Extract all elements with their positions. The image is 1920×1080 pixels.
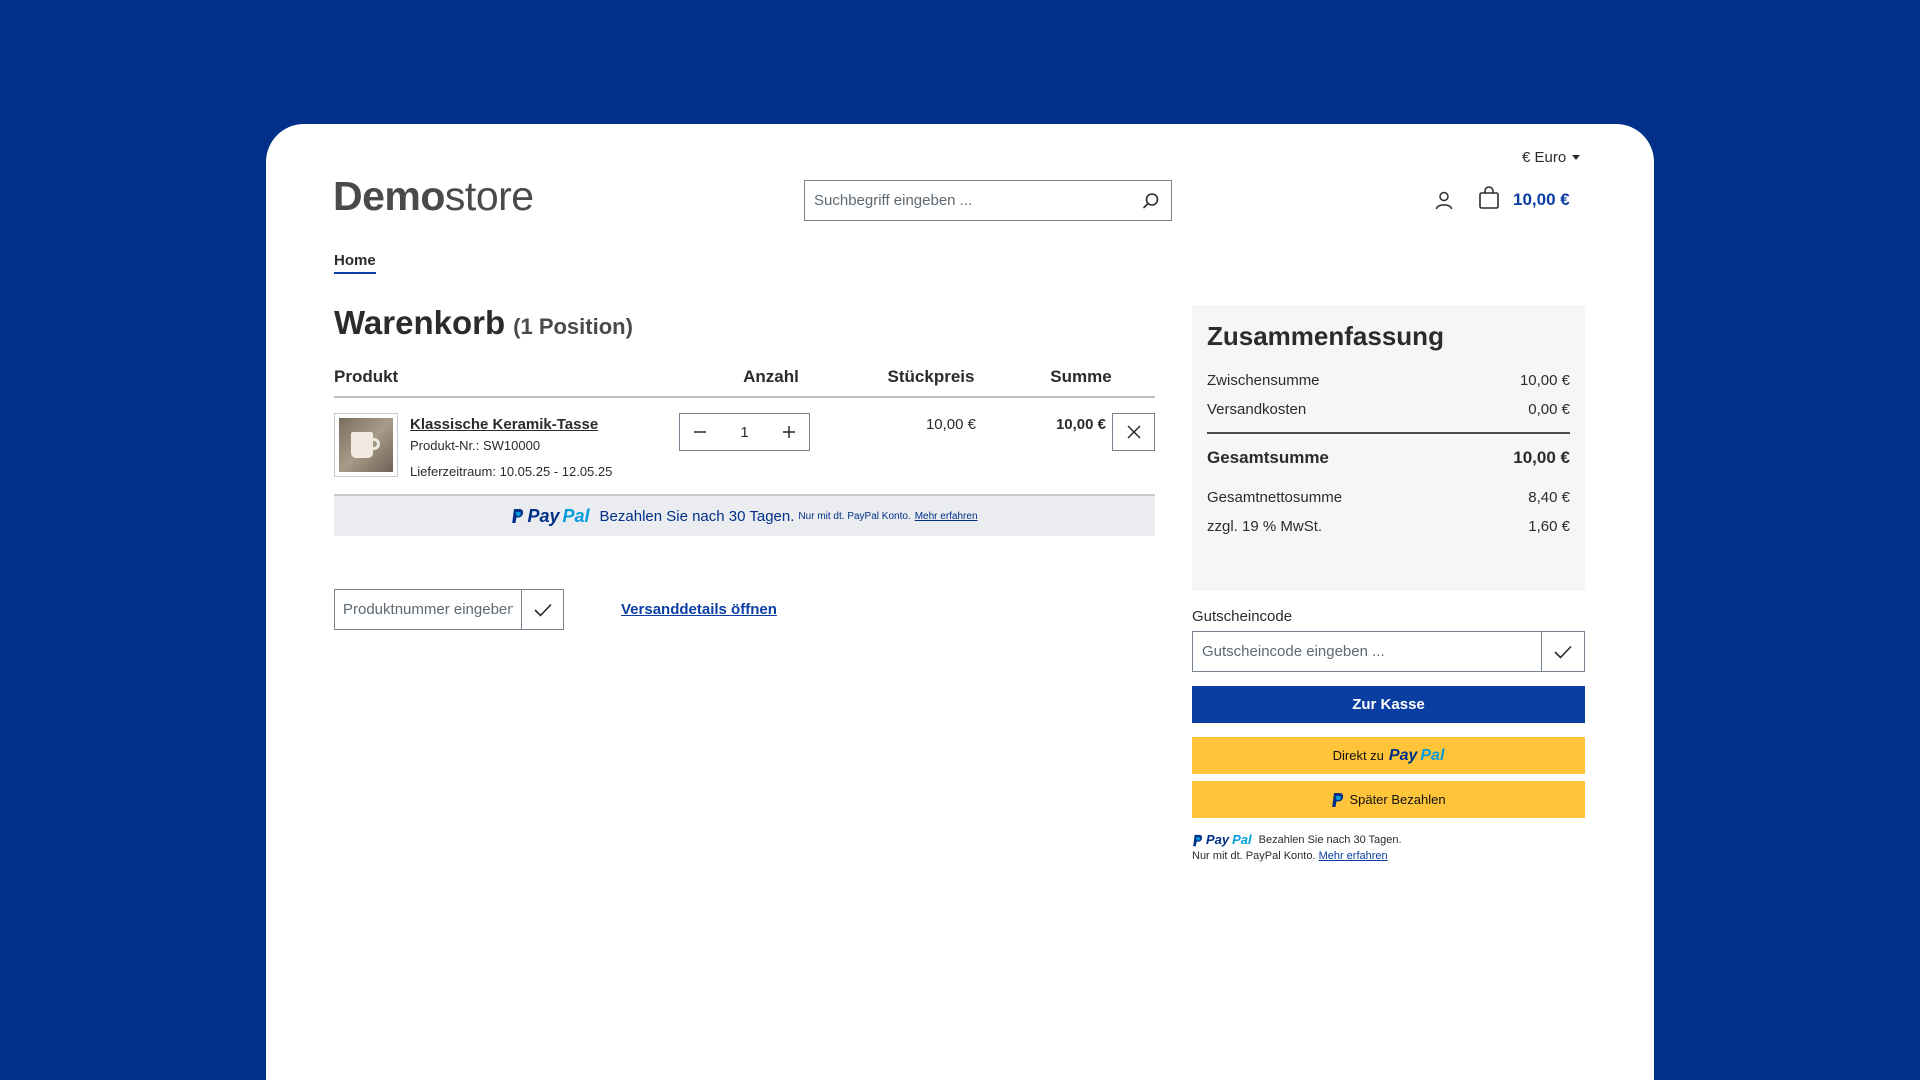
total-label: Gesamtsumme	[1207, 448, 1329, 467]
product-number-input[interactable]	[335, 590, 521, 629]
paypal-note: Pay Pal Bezahlen Sie nach 30 Tagen. Nur m…	[1192, 832, 1402, 864]
chevron-down-icon	[1572, 155, 1581, 160]
product-number-form	[334, 589, 564, 630]
summary-title: Zusammenfassung	[1207, 321, 1444, 351]
currency-label: € Euro	[1522, 149, 1567, 166]
summary-divider	[1207, 432, 1570, 434]
logo-light-text: store	[444, 173, 534, 219]
paypal-banner-text: Bezahlen Sie nach 30 Tagen.	[599, 507, 795, 525]
summary-subtotal-row: Zwischensumme 10,00 €	[1207, 372, 1570, 389]
header-cart-total[interactable]: 10,00 €	[1513, 190, 1570, 210]
delivery-period: Lieferzeitraum: 10.05.25 - 12.05.25	[410, 464, 613, 479]
summary-total-row: Gesamtsumme 10,00 €	[1207, 448, 1570, 468]
column-header-total: Summe	[1050, 367, 1112, 386]
vat-value: 1,60 €	[1528, 518, 1570, 535]
cart-bag-icon[interactable]	[1478, 186, 1502, 212]
shipping-label: Versandkosten	[1207, 401, 1307, 418]
paypal-logo: Pay Pal	[1389, 747, 1444, 765]
paypal-direct-button[interactable]: Direkt zu Pay Pal	[1192, 737, 1585, 774]
search-bar	[804, 180, 1172, 221]
paypal-logo-pay: Pay	[1206, 832, 1230, 847]
page-title: Warenkorb (1 Position)	[334, 304, 633, 342]
breadcrumb-home[interactable]: Home	[334, 252, 376, 274]
voucher-submit[interactable]	[1541, 632, 1584, 671]
voucher-input[interactable]	[1193, 632, 1541, 671]
paypal-note-link[interactable]: Mehr erfahren	[1319, 850, 1388, 862]
quantity-stepper: 1	[679, 413, 810, 451]
paypal-banner-small: Nur mit dt. PayPal Konto.	[798, 510, 911, 522]
currency-selector[interactable]: € Euro	[1522, 149, 1581, 166]
vat-label: zzgl. 19 % MwSt.	[1207, 518, 1323, 535]
summary-shipping-row: Versandkosten 0,00 €	[1207, 401, 1570, 418]
product-number-submit[interactable]	[521, 590, 563, 629]
paypal-icon	[1193, 834, 1203, 846]
paypal-logo-pal: Pal	[1420, 746, 1445, 764]
search-icon[interactable]	[1131, 181, 1171, 220]
unit-price: 10,00 €	[925, 416, 976, 433]
paypal-icon	[1332, 792, 1344, 807]
paypal-logo: Pay Pal	[1192, 832, 1252, 848]
store-logo[interactable]: Demostore	[333, 176, 534, 217]
product-image[interactable]	[334, 413, 398, 477]
shipping-value: 0,00 €	[1528, 401, 1570, 418]
paypal-icon	[512, 509, 524, 523]
paypal-logo: Pay Pal	[511, 505, 590, 527]
paypal-banner-link[interactable]: Mehr erfahren	[915, 511, 978, 522]
net-value: 8,40 €	[1528, 489, 1570, 506]
search-input[interactable]	[805, 181, 1131, 220]
paypal-logo-pay: Pay	[527, 505, 560, 526]
paypal-logo-pal: Pal	[1232, 832, 1252, 847]
close-icon	[1126, 425, 1141, 439]
column-header-unit-price: Stückpreis	[887, 367, 975, 386]
quantity-value[interactable]: 1	[720, 424, 769, 441]
column-header-product: Produkt	[334, 367, 399, 386]
logo-bold-text: Demo	[333, 173, 445, 219]
remove-item-button[interactable]	[1112, 413, 1155, 451]
summary-vat-row: zzgl. 19 % MwSt. 1,60 €	[1207, 518, 1570, 535]
cart-title-text: Warenkorb	[334, 304, 506, 341]
cart-item-count: (1 Position)	[513, 314, 633, 339]
paypal-note-line2: Nur mit dt. PayPal Konto.	[1192, 850, 1316, 862]
table-divider	[334, 396, 1155, 398]
paypal-later-button[interactable]: Später Bezahlen	[1192, 781, 1585, 818]
paypal-note-line1: Bezahlen Sie nach 30 Tagen.	[1258, 834, 1402, 846]
column-header-quantity: Anzahl	[743, 367, 799, 386]
checkmark-icon	[1554, 645, 1572, 659]
plus-icon[interactable]	[769, 414, 809, 450]
voucher-label: Gutscheincode	[1192, 608, 1293, 625]
checkmark-icon	[533, 603, 552, 617]
paypal-later-banner: Pay Pal Bezahlen Sie nach 30 Tagen. Nur m…	[334, 494, 1155, 536]
total-value: 10,00 €	[1513, 448, 1570, 467]
shipping-details-link[interactable]: Versanddetails öffnen	[621, 601, 777, 618]
minus-icon[interactable]	[680, 414, 720, 450]
browser-window: € Euro Demostore 10,00 € Home Warenkorb …	[266, 124, 1654, 1080]
product-name-link[interactable]: Klassische Keramik-Tasse	[410, 416, 598, 433]
paypal-direct-prefix: Direkt zu	[1332, 748, 1384, 763]
mug-icon	[351, 432, 373, 458]
paypal-later-label: Später Bezahlen	[1349, 792, 1446, 807]
paypal-logo-pal: Pal	[562, 505, 590, 526]
account-icon[interactable]	[1432, 188, 1456, 212]
subtotal-label: Zwischensumme	[1207, 372, 1320, 389]
product-number: Produkt-Nr.: SW10000	[410, 438, 541, 453]
line-total: 10,00 €	[1055, 416, 1106, 433]
summary-net-row: Gesamtnettosumme 8,40 €	[1207, 489, 1570, 506]
checkout-button[interactable]: Zur Kasse	[1192, 686, 1585, 723]
subtotal-value: 10,00 €	[1519, 372, 1570, 389]
voucher-form	[1192, 631, 1585, 672]
paypal-logo-pay: Pay	[1388, 746, 1418, 764]
net-label: Gesamtnettosumme	[1207, 489, 1343, 506]
